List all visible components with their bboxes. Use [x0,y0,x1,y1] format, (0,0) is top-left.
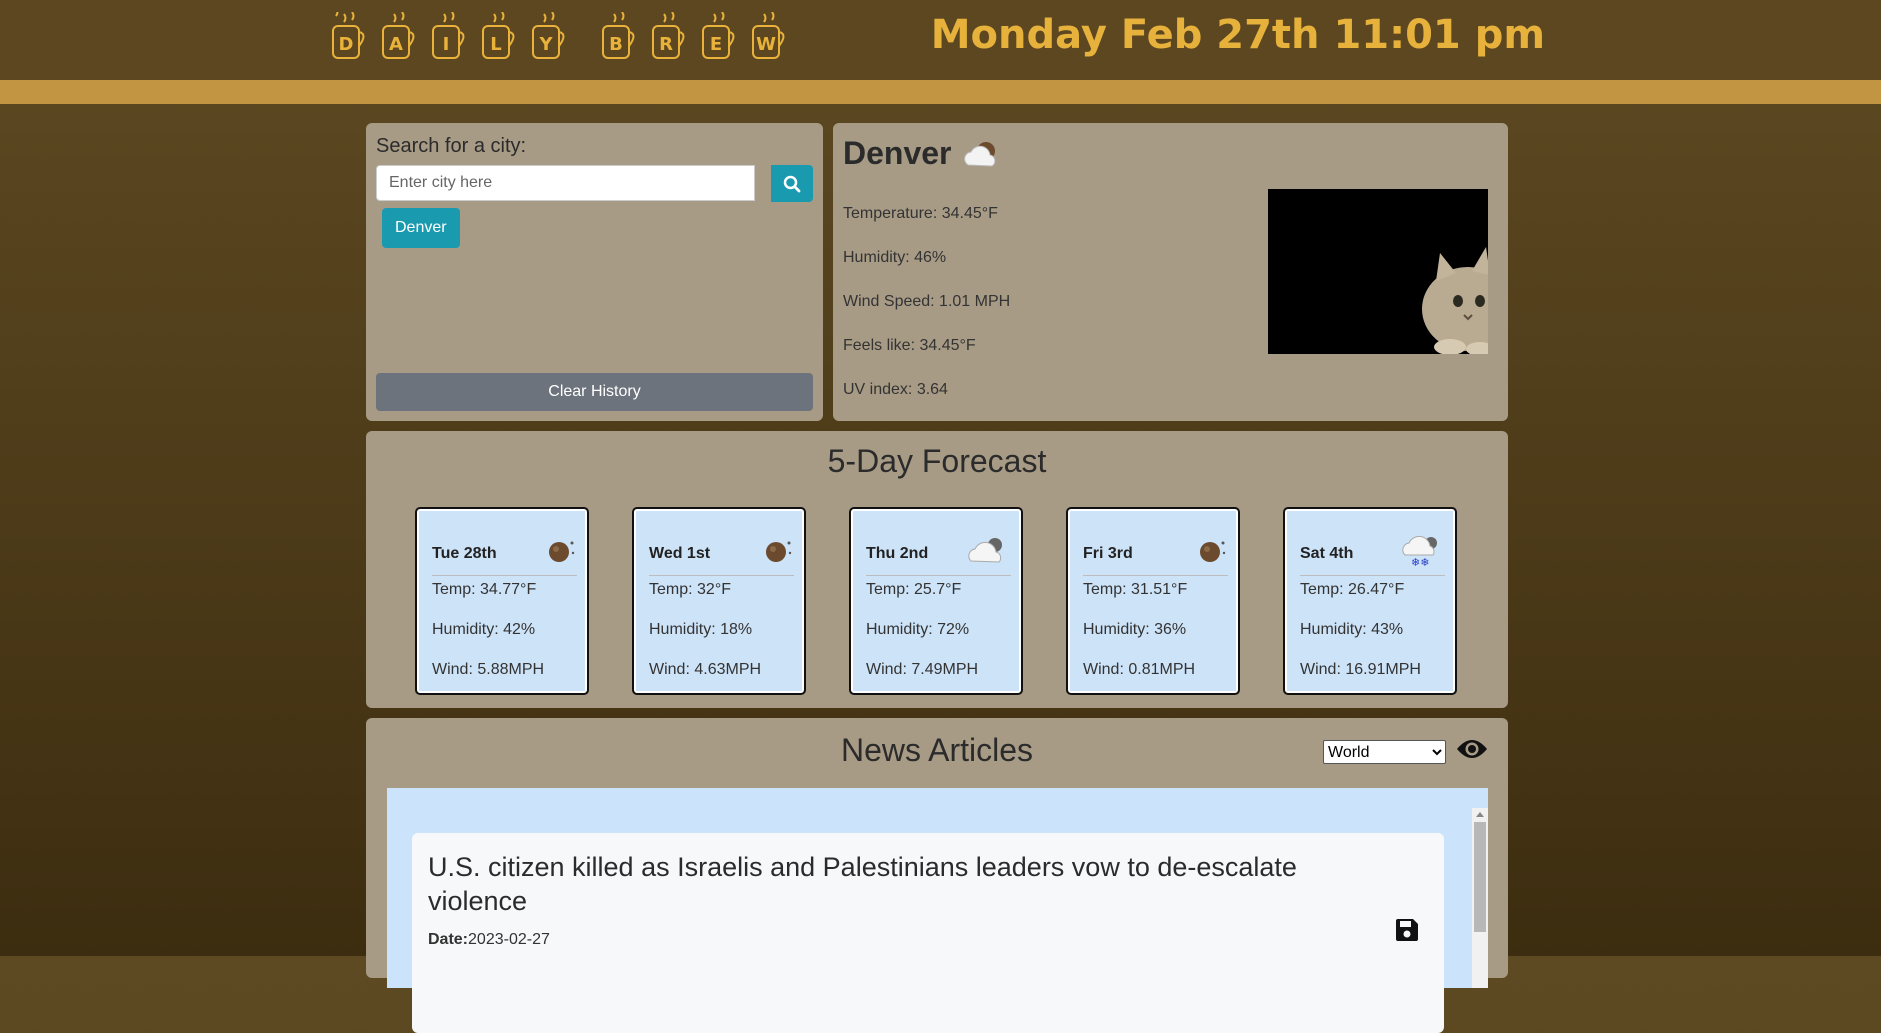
search-icon [783,175,801,192]
history-city-button[interactable]: Denver [382,208,460,248]
forecast-card-header: Sat 4th ❄❄ [1300,533,1445,576]
temperature-text: Temperature: 34.45°F [843,205,998,222]
forecast-card: Tue 28th Temp: 34.77°F Humidity: 42% Win… [415,507,589,695]
forecast-temp: Temp: 32°F [649,581,731,598]
uv-index-text: UV index: 3.64 [843,381,948,398]
clear-history-button[interactable]: Clear History [376,373,813,411]
logo-mug: B [600,12,640,60]
city-search-input[interactable] [376,165,755,201]
scroll-thumb[interactable] [1474,822,1486,932]
forecast-day: Wed 1st [649,545,711,562]
forecast-card-header: Wed 1st [649,533,794,576]
logo-mug: Y [530,12,570,60]
news-category-select[interactable]: World [1323,740,1446,764]
forecast-card: Sat 4th ❄❄ Temp: 26.47°F Humidity: 43% W… [1283,507,1457,695]
forecast-humidity: Humidity: 36% [1083,621,1187,638]
logo-letter: R [659,34,673,55]
forecast-humidity: Humidity: 18% [649,621,753,638]
moon-icon [549,541,575,562]
forecast-card: Wed 1st Temp: 32°F Humidity: 18% Wind: 4… [632,507,806,695]
forecast-card: Thu 2nd Temp: 25.7°F Humidity: 72% Wind:… [849,507,1023,695]
city-name: Denver [843,135,952,171]
search-button[interactable] [771,165,813,202]
forecast-day: Thu 2nd [866,545,929,562]
header-stripe [0,80,1881,104]
current-datetime: Monday Feb 27th 11:01 pm [930,12,1545,58]
logo-gap [580,12,590,60]
forecast-wind: Wind: 7.49MPH [866,661,979,678]
article-title[interactable]: U.S. citizen killed as Israelis and Pale… [428,850,1368,918]
feels-like-text: Feels like: 34.45°F [843,337,976,354]
daily-brew-logo: D A I L Y B R E W [330,12,790,60]
forecast-day: Tue 28th [432,545,497,562]
city-heading: Denver [843,135,1004,172]
article-date: Date:2023-02-27 [428,931,550,949]
forecast-wind: Wind: 0.81MPH [1083,661,1196,678]
forecast-wind: Wind: 4.63MPH [649,661,762,678]
forecast-day: Fri 3rd [1083,545,1133,562]
wind-speed-text: Wind Speed: 1.01 MPH [843,293,1011,310]
forecast-humidity: Humidity: 42% [432,621,536,638]
forecast-card-header: Tue 28th [432,533,577,576]
cloud-sun-icon [963,141,995,167]
logo-mug: R [650,12,690,60]
forecast-card-header: Fri 3rd [1083,533,1228,576]
news-scrollbar[interactable] [1472,808,1488,988]
forecast-wind: Wind: 16.91MPH [1300,661,1421,678]
logo-letter: D [338,34,354,55]
logo-mug: A [380,12,420,60]
forecast-temp: Temp: 26.47°F [1300,581,1405,598]
forecast-humidity: Humidity: 43% [1300,621,1404,638]
news-article-card: U.S. citizen killed as Israelis and Pale… [412,833,1444,1033]
cloud-icon [968,538,1002,563]
moon-icon [766,541,792,562]
moon-icon [1200,541,1226,562]
logo-mug: E [700,12,740,60]
logo-mug: D [330,12,370,60]
logo-letter: Y [539,34,553,55]
snow-icon: ❄❄ [1402,535,1437,567]
forecast-card-header: Thu 2nd [866,533,1011,576]
forecast-temp: Temp: 25.7°F [866,581,962,598]
eye-icon[interactable] [1456,737,1488,761]
current-weather-panel: Denver Temperature: 34.45°F Humidity: 46… [833,123,1508,421]
logo-mug: W [750,12,790,60]
news-panel: News Articles World U.S. citizen killed … [366,718,1508,1033]
forecast-title: 5-Day Forecast [827,443,1047,479]
article-date-value: 2023-02-27 [468,931,550,948]
logo-letter: E [709,34,723,55]
search-panel: Search for a city: Denver Clear History [366,123,823,421]
scroll-up-arrow[interactable] [1476,812,1484,817]
news-list[interactable]: U.S. citizen killed as Israelis and Pale… [387,788,1488,1033]
search-label: Search for a city: [376,135,527,157]
forecast-temp: Temp: 34.77°F [432,581,537,598]
logo-letter: B [609,34,623,55]
save-icon[interactable] [1394,917,1420,943]
cat-image [1268,189,1488,354]
article-date-label: Date: [428,931,469,948]
logo-letter: W [756,34,776,55]
logo-letter: I [442,34,450,55]
logo-letter: L [490,34,502,55]
forecast-wind: Wind: 5.88MPH [432,661,545,678]
logo-mug: I [430,12,470,60]
forecast-humidity: Humidity: 72% [866,621,970,638]
forecast-temp: Temp: 31.51°F [1083,581,1188,598]
logo-mug: L [480,12,520,60]
logo-letter: A [389,34,403,55]
forecast-panel: 5-Day Forecast Tue 28th Temp: 34.77°F Hu… [366,431,1508,708]
forecast-day: Sat 4th [1300,545,1354,562]
forecast-card: Fri 3rd Temp: 31.51°F Humidity: 36% Wind… [1066,507,1240,695]
svg-text:❄❄: ❄❄ [1411,556,1429,567]
humidity-text: Humidity: 46% [843,249,947,266]
